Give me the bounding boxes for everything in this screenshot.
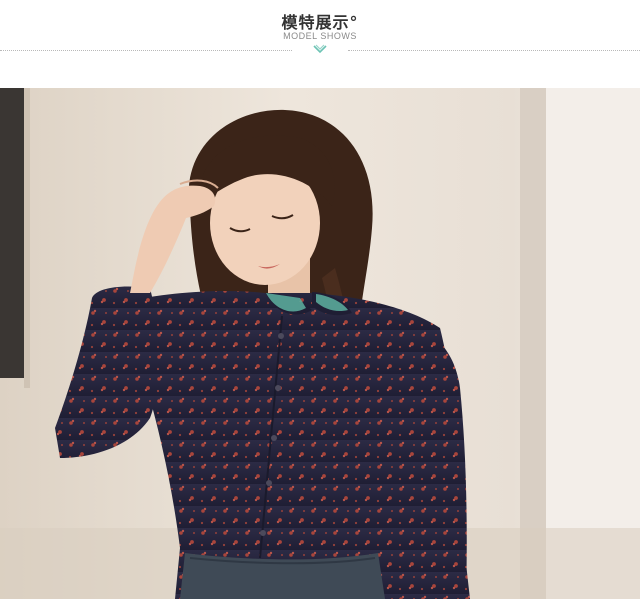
product-detail-page: 模特展示° MODEL SHOWS bbox=[0, 0, 640, 599]
section-header: 模特展示° MODEL SHOWS bbox=[0, 0, 640, 88]
section-subtitle: MODEL SHOWS bbox=[283, 31, 357, 41]
section-title: 模特展示° bbox=[281, 13, 359, 32]
chevron-down-icon bbox=[313, 44, 327, 54]
divider-right bbox=[348, 50, 640, 51]
model-photo bbox=[0, 88, 640, 599]
divider-left bbox=[0, 50, 292, 51]
model-photo-illustration bbox=[0, 88, 640, 599]
